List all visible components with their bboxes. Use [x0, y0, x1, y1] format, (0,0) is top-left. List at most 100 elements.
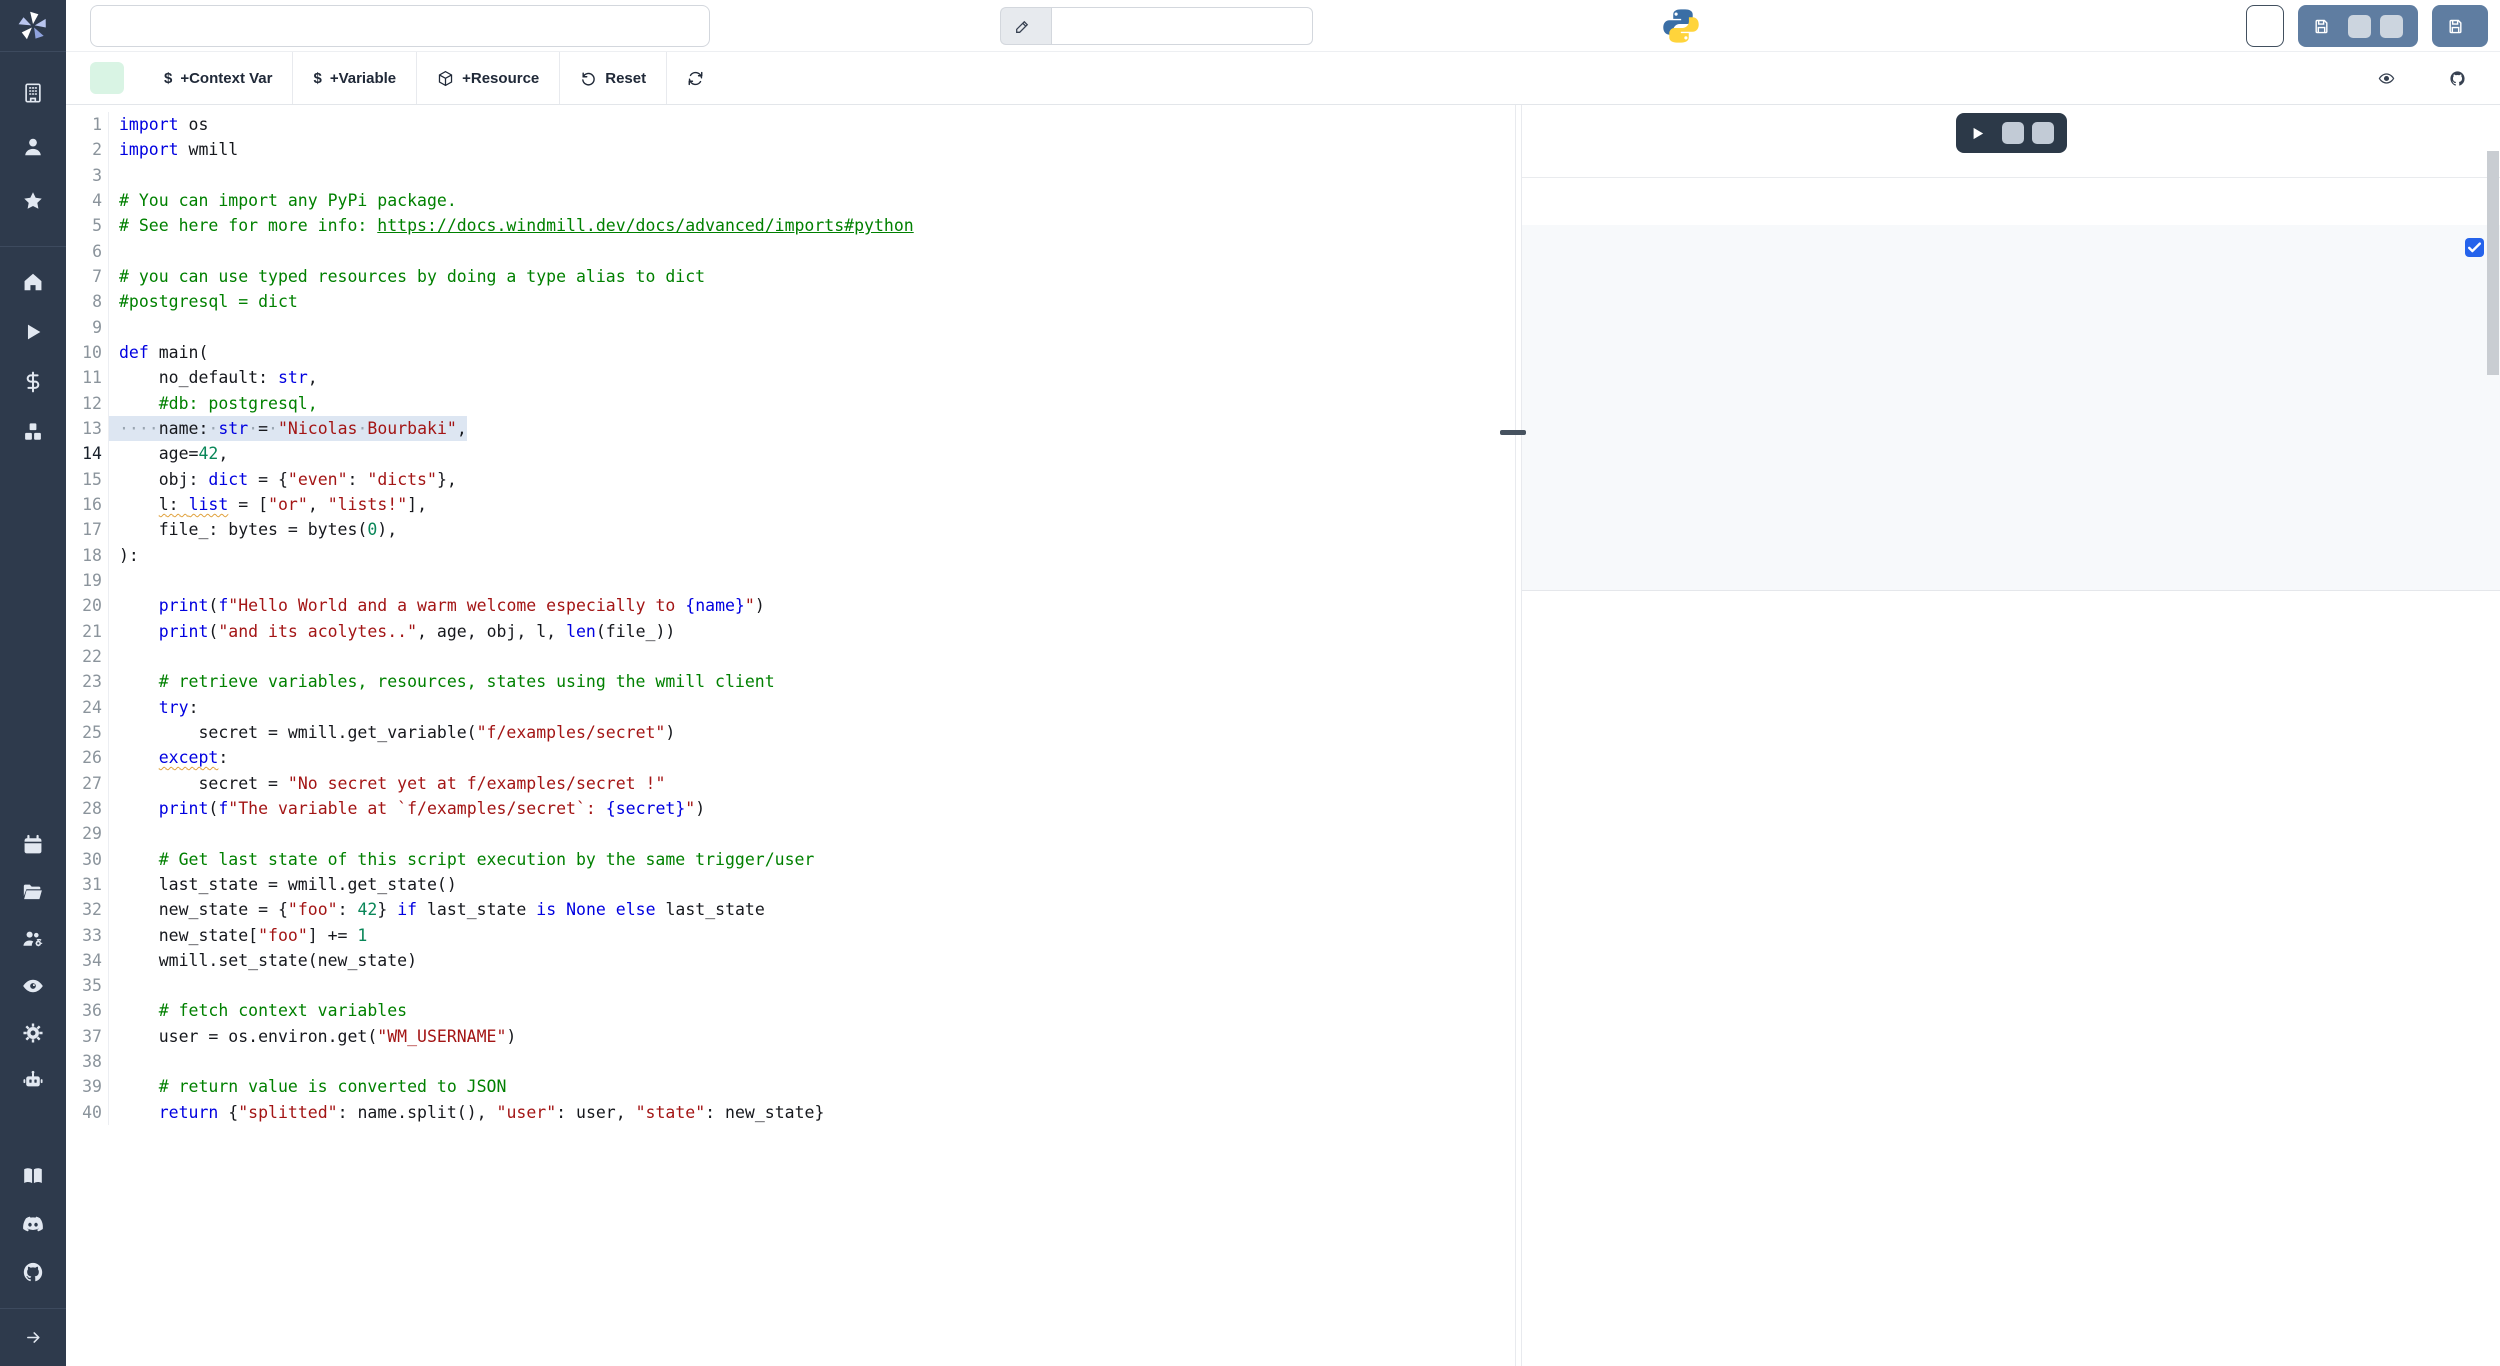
line-number: 13	[66, 416, 102, 441]
code-line[interactable]: 17 file_: bytes = bytes(0),	[66, 517, 1515, 542]
script-summary-input[interactable]	[90, 5, 710, 47]
code-line[interactable]: 12 #db: postgresql,	[66, 391, 1515, 416]
code-line[interactable]: 24 try:	[66, 695, 1515, 720]
sidebar-item-building[interactable]	[0, 68, 66, 122]
code-text: new_state["foo"] += 1	[108, 923, 367, 948]
code-line[interactable]: 10def main(	[66, 340, 1515, 365]
code-line[interactable]: 14 age=42,	[66, 441, 1515, 466]
code-line[interactable]: 25 secret = wmill.get_variable("f/exampl…	[66, 720, 1515, 745]
sidebar-item-bot[interactable]	[0, 1059, 66, 1106]
code-line[interactable]: 4# You can import any PyPi package.	[66, 188, 1515, 213]
code-line[interactable]: 1import os	[66, 112, 1515, 137]
code-editor[interactable]: 1import os2import wmill34# You can impor…	[66, 105, 1515, 1366]
code-line[interactable]: 5# See here for more info: https://docs.…	[66, 213, 1515, 238]
line-number: 37	[66, 1024, 102, 1049]
line-number: 12	[66, 391, 102, 416]
code-text: # Get last state of this script executio…	[108, 847, 814, 872]
code-line[interactable]: 3	[66, 163, 1515, 188]
code-line[interactable]: 20 print(f"Hello World and a warm welcom…	[66, 593, 1515, 618]
bottom-tabs	[1522, 177, 2500, 225]
python-logo-icon	[1662, 7, 1700, 45]
line-number: 21	[66, 619, 102, 644]
code-line[interactable]: 29	[66, 821, 1515, 846]
sidebar-item-home[interactable]	[0, 259, 66, 309]
line-number: 15	[66, 467, 102, 492]
sync-from-github-button[interactable]	[2449, 70, 2474, 87]
code-line[interactable]: 26 except:	[66, 745, 1515, 770]
eye-icon	[22, 975, 44, 1002]
sidebar-bottom	[0, 1308, 66, 1366]
code-line[interactable]: 16 l: list = ["or", "lists!"],	[66, 492, 1515, 517]
code-text	[108, 315, 119, 340]
sidebar-item-folder-open[interactable]	[0, 871, 66, 918]
code-text: ····name:·str·=·"Nicolas·Bourbaki",	[108, 416, 467, 441]
path-input[interactable]	[1051, 7, 1313, 45]
code-line[interactable]: 22	[66, 644, 1515, 669]
line-number: 40	[66, 1100, 102, 1125]
book-open-icon	[22, 1165, 44, 1192]
code-line[interactable]: 18):	[66, 543, 1515, 568]
code-line[interactable]: 36 # fetch context variables	[66, 998, 1515, 1023]
code-line[interactable]: 2import wmill	[66, 137, 1515, 162]
code-line[interactable]: 40 return {"splitted": name.split(), "us…	[66, 1100, 1515, 1125]
code-text: print("and its acolytes..", age, obj, l,…	[108, 619, 675, 644]
sidebar-item-star[interactable]	[0, 176, 66, 230]
sidebar-item-users-gear[interactable]	[0, 918, 66, 965]
code-line[interactable]: 7# you can use typed resources by doing …	[66, 264, 1515, 289]
code-lines: 1import os2import wmill34# You can impor…	[66, 112, 1515, 1125]
line-number: 20	[66, 593, 102, 618]
code-text: l: list = ["or", "lists!"],	[108, 492, 427, 517]
code-line[interactable]: 11 no_default: str,	[66, 365, 1515, 390]
code-line[interactable]: 33 new_state["foo"] += 1	[66, 923, 1515, 948]
sidebar-item-discord[interactable]	[0, 1202, 66, 1250]
customise-button[interactable]	[2246, 5, 2284, 47]
-context-var-button[interactable]: $+Context Var	[144, 52, 292, 104]
code-line[interactable]: 23 # retrieve variables, resources, stat…	[66, 669, 1515, 694]
code-line[interactable]: 15 obj: dict = {"even": "dicts"},	[66, 467, 1515, 492]
sidebar-item-gear[interactable]	[0, 1012, 66, 1059]
sidebar-item-dollar-sign[interactable]	[0, 359, 66, 409]
arguments-form	[1522, 153, 2500, 163]
code-line[interactable]: 21 print("and its acolytes..", age, obj,…	[66, 619, 1515, 644]
code-text: ):	[108, 543, 139, 568]
code-line[interactable]: 13····name:·str·=·"Nicolas·Bourbaki",	[66, 416, 1515, 441]
-resource-button[interactable]: +Resource	[417, 52, 559, 104]
code-line[interactable]: 31 last_state = wmill.get_state()	[66, 872, 1515, 897]
sidebar-item-eye[interactable]	[0, 965, 66, 1012]
test-button[interactable]	[1956, 113, 2067, 153]
save-draft-button[interactable]	[2298, 5, 2418, 47]
code-line[interactable]: 9	[66, 315, 1515, 340]
form-scrollbar[interactable]	[2487, 151, 2499, 375]
sidebar-item-user[interactable]	[0, 122, 66, 176]
code-line[interactable]: 39 # return value is converted to JSON	[66, 1074, 1515, 1099]
code-line[interactable]: 35	[66, 973, 1515, 998]
sidebar-item-calendar[interactable]	[0, 824, 66, 871]
sidebar-item-book-open[interactable]	[0, 1154, 66, 1202]
autoscroll-checkbox[interactable]	[2465, 238, 2484, 257]
-variable-button[interactable]: $+Variable	[293, 52, 416, 104]
edit-path-button[interactable]	[1000, 7, 1051, 45]
pencil-icon	[1014, 18, 1031, 35]
code-line[interactable]: 6	[66, 239, 1515, 264]
sidebar-item-play[interactable]	[0, 309, 66, 359]
windmill-logo[interactable]	[0, 0, 66, 52]
assistant-button[interactable]	[667, 52, 732, 104]
reset-button[interactable]: Reset	[560, 52, 666, 104]
code-line[interactable]: 30 # Get last state of this script execu…	[66, 847, 1515, 872]
panel-splitter[interactable]	[1515, 105, 1522, 1366]
sidebar-item-github[interactable]	[0, 1250, 66, 1298]
code-line[interactable]: 28 print(f"The variable at `f/examples/s…	[66, 796, 1515, 821]
code-line[interactable]: 34 wmill.set_state(new_state)	[66, 948, 1515, 973]
deploy-button[interactable]	[2432, 5, 2488, 47]
code-line[interactable]: 37 user = os.environ.get("WM_USERNAME")	[66, 1024, 1515, 1049]
code-line[interactable]: 32 new_state = {"foo": 42} if last_state…	[66, 897, 1515, 922]
sidebar-expand-button[interactable]	[0, 1309, 66, 1366]
code-line[interactable]: 8#postgresql = dict	[66, 289, 1515, 314]
sidebar-item-boxes[interactable]	[0, 409, 66, 459]
explore-other-scripts-button[interactable]	[2378, 70, 2403, 87]
sidebar-group-0	[0, 68, 66, 230]
code-line[interactable]: 38	[66, 1049, 1515, 1074]
code-line[interactable]: 27 secret = "No secret yet at f/examples…	[66, 771, 1515, 796]
code-line[interactable]: 19	[66, 568, 1515, 593]
dollar-sign-icon	[22, 371, 44, 398]
